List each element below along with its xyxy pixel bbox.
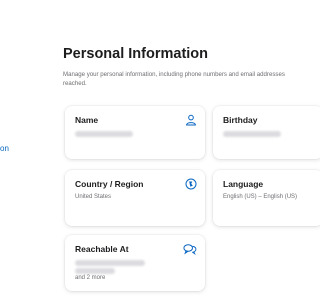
reachable-value-redacted-1 <box>75 260 145 266</box>
country-region-card-title: Country / Region <box>75 179 144 189</box>
name-card-title: Name <box>75 115 99 125</box>
left-nav: on <box>0 0 60 300</box>
reachable-more-label: and 2 more <box>75 275 106 281</box>
birthday-card-title: Birthday <box>223 115 258 125</box>
language-value: English (US) – English (US) <box>223 194 298 200</box>
language-card-title: Language <box>223 179 264 189</box>
page-title: Personal Information <box>63 46 209 62</box>
person-icon <box>186 114 196 126</box>
name-value-redacted <box>75 131 133 137</box>
speech-bubbles-icon <box>183 244 197 255</box>
country-region-card[interactable]: Country / Region United States <box>65 170 205 226</box>
main-content: Personal Information Manage your persona… <box>63 0 320 300</box>
birthday-value-redacted <box>223 131 281 137</box>
birthday-card[interactable]: Birthday <box>213 106 320 159</box>
language-card[interactable]: Language English (US) – English (US) <box>213 170 320 226</box>
page-description: Manage your personal information, includ… <box>63 71 285 87</box>
reachable-at-card-title: Reachable At <box>75 244 129 254</box>
sidebar-item-personal-information[interactable]: on <box>0 144 9 153</box>
reachable-at-card[interactable]: Reachable At and 2 more <box>65 235 205 291</box>
name-card[interactable]: Name <box>65 106 205 159</box>
globe-icon <box>185 178 197 190</box>
reachable-value-redacted-2 <box>75 268 115 274</box>
country-region-value: United States <box>75 194 112 200</box>
